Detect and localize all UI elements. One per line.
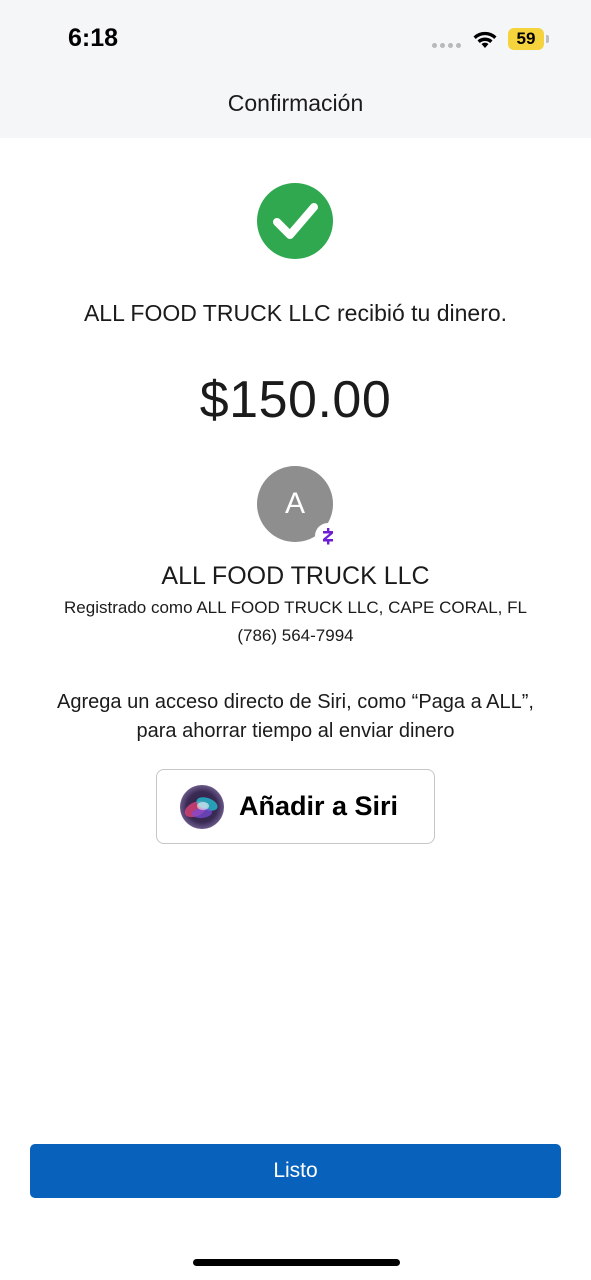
siri-hint: Agrega un acceso directo de Siri, como “… [20,688,571,746]
confirmation-message: ALL FOOD TRUCK LLC recibió tu dinero. [83,300,508,326]
siri-hint-line2: para ahorrar tiempo al enviar dinero [136,720,455,742]
add-to-siri-button[interactable]: Añadir a Siri [156,769,435,844]
amount-sent: $150.00 [199,371,392,429]
battery-icon: 59 [508,28,544,50]
wifi-icon [473,31,497,48]
status-time: 6:18 [68,24,119,52]
home-indicator[interactable] [193,1259,400,1266]
siri-icon [180,785,224,829]
payee-registration: Registrado como ALL FOOD TRUCK LLC, CAPE… [64,598,527,617]
signal-dots-icon [432,43,461,48]
siri-hint-line1: Agrega un acceso directo de Siri, como “… [57,691,534,713]
zelle-icon [315,523,341,549]
battery-tip [546,35,549,43]
status-bar: 6:18 59 [0,0,591,80]
add-to-siri-label: Añadir a Siri [239,791,399,821]
page-title: Confirmación [227,90,364,116]
done-button[interactable]: Listo [30,1144,561,1198]
payee-phone: (786) 564-7994 [237,626,354,645]
payee-name: ALL FOOD TRUCK LLC [161,562,430,590]
checkmark-icon [257,183,333,259]
confirmation-screen: 6:18 59 Confirmación ALL FOOD TRUCK LLC … [0,0,591,1280]
top-bar: 6:18 59 Confirmación [0,0,591,138]
